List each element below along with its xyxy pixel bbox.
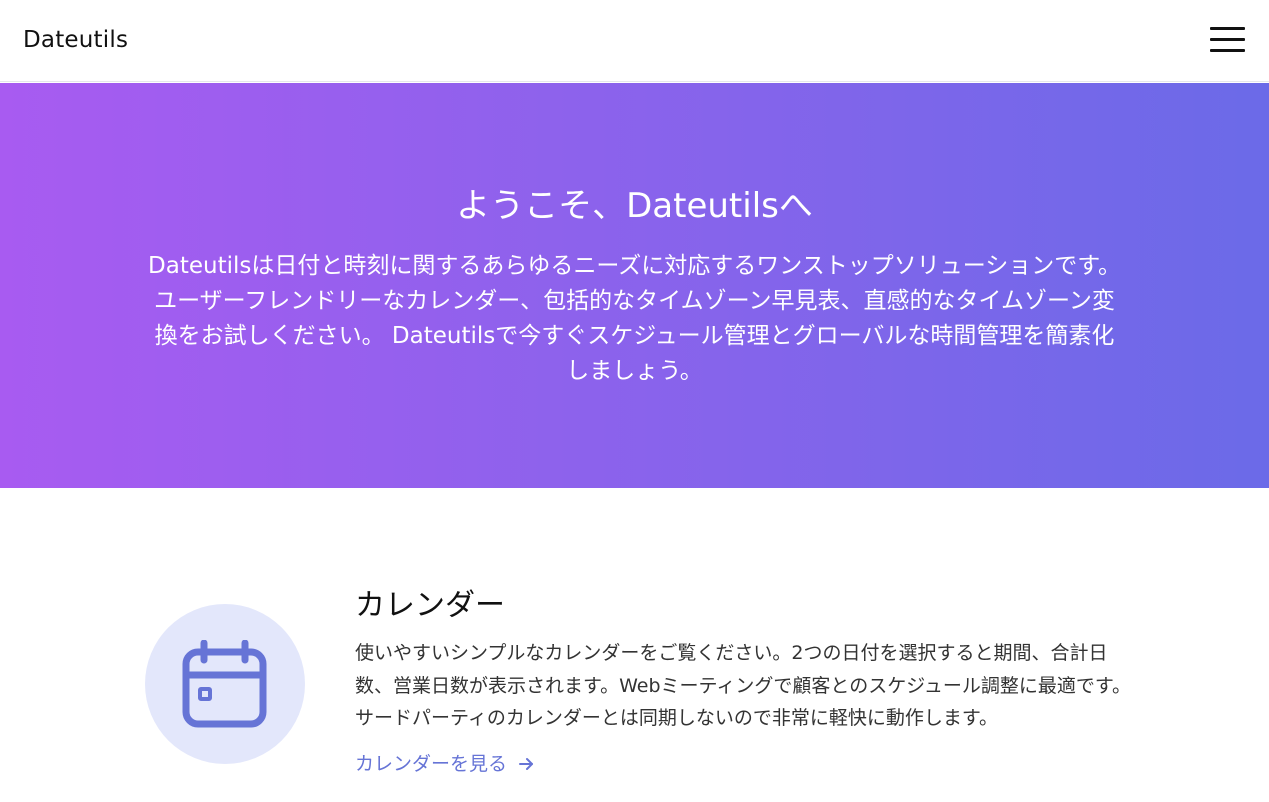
brand-link[interactable]: Dateutils [23,26,128,54]
view-calendar-link-label: カレンダーを見る [355,753,508,775]
hamburger-menu-icon[interactable] [1206,24,1248,56]
menu-bar-bottom [1210,49,1245,52]
hero-description: Dateutilsは日付と時刻に関するあらゆるニーズに対応するワンストップソリュ… [148,253,1121,384]
feature-calendar: カレンダー 使いやすいシンプルなカレンダーをご覧ください。2つの日付を選択すると… [0,488,1269,802]
feature-title: カレンダー [355,588,505,623]
navbar: Dateutils [0,0,1269,82]
menu-bar-top [1210,27,1245,30]
hero-banner: ようこそ、Dateutilsへ Dateutilsは日付と時刻に関するあらゆるニ… [0,83,1269,488]
feature-description: 使いやすいシンプルなカレンダーをご覧ください。2つの日付を選択すると期間、合計日… [355,642,1131,729]
feature-icon-container [145,604,305,764]
calendar-icon [182,640,267,728]
view-calendar-link[interactable]: カレンダーを見る [355,750,535,778]
arrow-right-icon [519,758,534,770]
menu-bar-middle [1210,38,1245,41]
hero-title: ようこそ、Dateutilsへ [456,186,813,226]
